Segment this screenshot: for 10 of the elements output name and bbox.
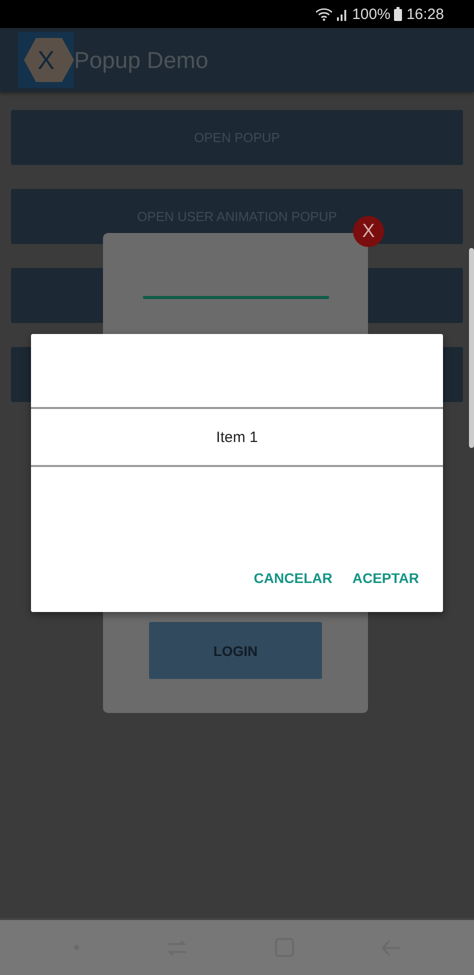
dialog-button[interactable]: ACEPTAR [346,566,425,590]
app-logo: X [18,32,74,88]
input-field[interactable] [143,296,329,299]
wifi-icon [315,7,334,21]
battery-percent: 100% [352,6,390,22]
list-item[interactable]: Item 1 [31,409,443,467]
dialog-button[interactable]: CANCELAR [248,566,338,590]
battery-icon [394,7,402,21]
signal-icon [337,8,348,20]
clock-time: 16:28 [406,6,444,22]
